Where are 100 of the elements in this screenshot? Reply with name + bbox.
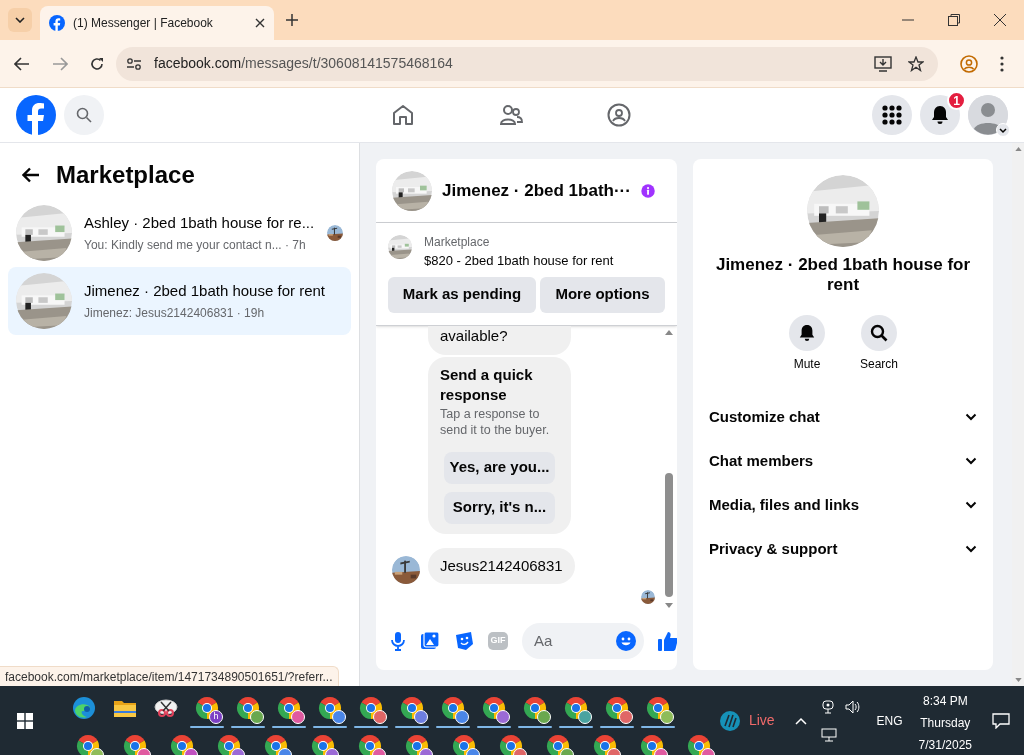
message-field[interactable]: Aa <box>522 623 644 659</box>
close-icon[interactable] <box>255 18 265 28</box>
profile-badge: h <box>209 710 223 724</box>
browser-icon[interactable] <box>217 734 241 755</box>
action-button[interactable] <box>861 315 897 351</box>
browser-icon[interactable] <box>311 734 335 755</box>
browser-icon[interactable] <box>405 734 429 755</box>
address-bar[interactable]: facebook.com/messages/t/30608141575468164 <box>116 46 938 81</box>
weather-label[interactable]: Live <box>748 710 775 731</box>
back-icon[interactable] <box>14 56 30 71</box>
folder-icon[interactable] <box>113 698 137 718</box>
language-indicator[interactable]: ENG <box>876 711 903 730</box>
camera-icon[interactable] <box>820 700 835 714</box>
conversation-preview: Jimenez: Jesus2142406831 · 19h <box>84 305 265 323</box>
chevron-down-icon <box>965 457 977 465</box>
sidebar-title: Marketplace <box>56 160 195 190</box>
edge-icon[interactable] <box>72 696 96 720</box>
close-icon[interactable] <box>994 14 1006 26</box>
conversation-item[interactable]: Jimenez · 2bed 1bath house for rent Jimenez: Jesus2142406831 · 19h <box>8 267 351 335</box>
browser-icon[interactable] <box>76 734 100 755</box>
section-label: Chat members <box>709 450 814 471</box>
quick-reply-button[interactable]: Sorry, it's n... <box>444 491 555 524</box>
new-tab-icon[interactable] <box>286 14 298 26</box>
install-icon[interactable] <box>874 55 892 72</box>
collapsible-section[interactable]: Media, files and links <box>701 483 985 527</box>
quick-reply-button[interactable]: Yes, are you... <box>444 451 555 484</box>
forward-icon[interactable] <box>52 56 68 71</box>
action-button[interactable]: More options <box>540 276 665 313</box>
person-icon <box>968 95 1008 135</box>
conversation-preview: You: Kindly send me your contact n... · 7h <box>84 237 306 255</box>
collapsible-section[interactable]: Chat members <box>701 439 985 483</box>
friends-icon[interactable] <box>499 103 523 127</box>
home-icon[interactable] <box>391 103 415 127</box>
search-button[interactable] <box>64 95 104 135</box>
notification-badge: 1 <box>947 91 966 110</box>
bookmark-star-icon[interactable] <box>908 55 924 72</box>
scroll-up-icon <box>665 329 673 335</box>
action-button[interactable] <box>789 315 825 351</box>
action-label: Mute <box>793 356 821 373</box>
conversation-name: Jimenez · 2bed 1bath house for rent <box>84 280 326 301</box>
browser-icon[interactable] <box>546 734 570 755</box>
bell-icon <box>930 105 950 125</box>
restore-icon[interactable] <box>948 14 960 26</box>
menu-button[interactable] <box>872 95 912 135</box>
browser-icon[interactable] <box>593 734 617 755</box>
windows-icon[interactable] <box>17 712 33 729</box>
section-label: Privacy & support <box>709 538 838 559</box>
site-settings-icon[interactable] <box>126 56 142 71</box>
browser-icon[interactable] <box>123 734 147 755</box>
browser-icon[interactable] <box>452 734 476 755</box>
photo-icon[interactable] <box>420 631 440 651</box>
page-scrollbar[interactable] <box>1012 143 1024 686</box>
chevron-up-icon[interactable] <box>794 716 807 725</box>
facebook-logo <box>16 95 56 135</box>
grid-menu-icon <box>882 105 902 125</box>
browser-icon[interactable] <box>499 734 523 755</box>
emoji-icon[interactable] <box>616 631 636 651</box>
message-input[interactable]: Aa <box>534 629 616 653</box>
url-text: facebook.com/messages/t/30608141575468164 <box>154 54 453 73</box>
status-url: facebook.com/marketplace/item/1471734890501651/?referr... <box>0 666 339 686</box>
profile-icon[interactable] <box>960 54 978 73</box>
sticker-icon[interactable] <box>454 631 474 651</box>
chevron-down-icon <box>965 501 977 509</box>
scissors-icon[interactable] <box>154 696 178 720</box>
browser-tab[interactable]: (1) Messenger | Facebook <box>40 6 274 40</box>
browser-icon[interactable] <box>170 734 194 755</box>
speaker-icon[interactable] <box>844 700 861 714</box>
browser-icon[interactable] <box>358 734 382 755</box>
listing-title: $820 - 2bed 1bath house for rent <box>424 252 614 270</box>
collapsible-section[interactable]: Customize chat <box>701 395 985 439</box>
browser-icon[interactable] <box>195 696 219 720</box>
groups-icon[interactable] <box>607 103 631 127</box>
network-icon[interactable] <box>820 728 837 742</box>
chevron-down-icon <box>996 123 1010 137</box>
clock-date: 7/31/2025 <box>918 738 972 752</box>
chat-title: Jimenez · 2bed 1bath··· <box>442 179 631 202</box>
notification-icon[interactable] <box>992 712 1010 729</box>
scroll-up-icon <box>1014 147 1022 151</box>
clock[interactable]: 8:34 PM Thursday 7/31/2025 <box>918 686 972 755</box>
browser-icon[interactable] <box>264 734 288 755</box>
scrollbar-thumb[interactable] <box>665 473 673 597</box>
reload-icon[interactable] <box>90 56 104 71</box>
collapsible-section[interactable]: Privacy & support <box>701 527 985 571</box>
chevron-down-icon <box>965 545 977 553</box>
more-icon[interactable] <box>1000 55 1004 72</box>
section-label: Customize chat <box>709 406 820 427</box>
browser-icon[interactable] <box>687 734 711 755</box>
back-arrow-icon[interactable] <box>22 167 40 183</box>
thumbs-up-icon[interactable] <box>658 631 677 651</box>
message-bubble: Jesus2142406831 <box>428 547 575 584</box>
card-subtitle: Tap a response to send it to the buyer. <box>440 405 551 438</box>
chevron-down-icon <box>965 413 977 421</box>
action-button[interactable]: Mark as pending <box>388 276 536 313</box>
profile-button[interactable] <box>968 95 1008 135</box>
microphone-icon[interactable] <box>390 631 406 651</box>
caret-icon <box>15 17 25 23</box>
weather-icon[interactable] <box>718 709 741 732</box>
tab-search-button[interactable] <box>8 8 32 32</box>
browser-icon[interactable] <box>640 734 664 755</box>
bell-icon <box>798 324 816 342</box>
